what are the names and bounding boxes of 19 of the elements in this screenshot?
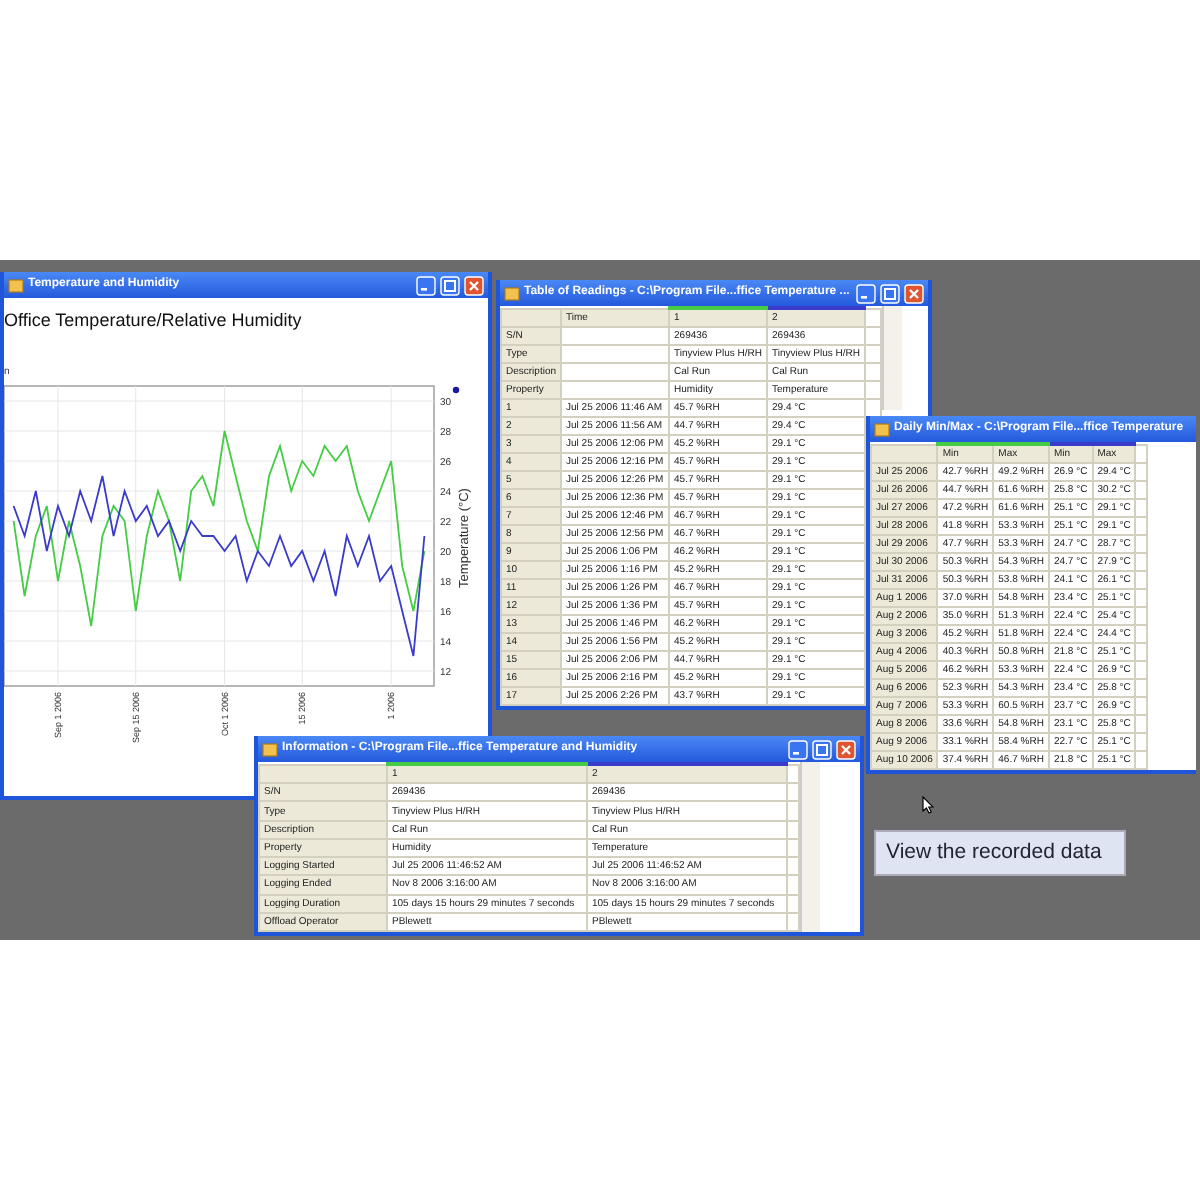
caption-label: View the recorded data: [874, 830, 1126, 876]
minimize-icon[interactable]: [856, 283, 876, 303]
app-icon: [262, 741, 278, 757]
maximize-icon[interactable]: [440, 275, 460, 295]
close-icon[interactable]: [836, 739, 856, 759]
close-icon[interactable]: [904, 283, 924, 303]
scrollbar[interactable]: [800, 762, 820, 932]
minimize-icon[interactable]: [788, 739, 808, 759]
close-icon[interactable]: [464, 275, 484, 295]
chart-title: Office Temperature/Relative Humidity: [4, 310, 302, 330]
maximize-icon[interactable]: [880, 283, 900, 303]
legend-dot-icon: [452, 386, 460, 394]
app-icon: [8, 277, 24, 293]
scrollbar[interactable]: [882, 306, 903, 410]
cursor-icon: [922, 796, 934, 814]
app-icon: [504, 285, 520, 301]
app-icon: [874, 421, 890, 437]
minimize-icon[interactable]: [416, 275, 436, 295]
maximize-icon[interactable]: [812, 739, 832, 759]
